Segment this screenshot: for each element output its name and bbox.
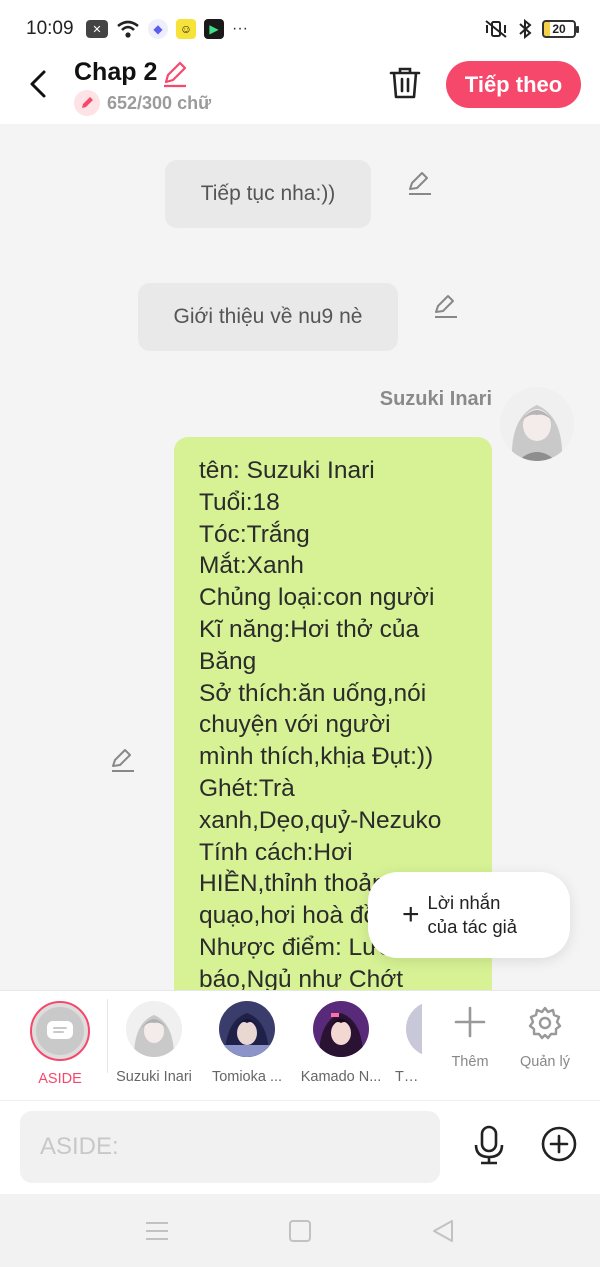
edit-message-icon[interactable] xyxy=(109,746,137,774)
edit-title-icon[interactable] xyxy=(160,58,190,88)
next-button[interactable]: Tiếp theo xyxy=(446,61,581,108)
aside-message[interactable]: Giới thiệu về nu9 nè xyxy=(138,283,398,351)
message-line: xanh,Dẹo,quỷ-Nezuko xyxy=(199,806,442,834)
message-line: mình thích,khịa Đụt:)) xyxy=(199,743,434,771)
character-name: Suzuki Inari xyxy=(379,388,492,410)
menu-icon[interactable] xyxy=(144,1218,170,1244)
manage-button[interactable]: Quản lý xyxy=(513,1005,577,1070)
character-label: Tg u xyxy=(395,1069,422,1085)
status-left-icons: ✕ ◆ ☺ ▶ ··· xyxy=(86,19,248,39)
aside-message[interactable]: Tiếp tục nha:)) xyxy=(165,160,371,228)
battery-level: 20 xyxy=(552,22,566,36)
game-app-icon: ▶ xyxy=(204,19,224,39)
messenger-icon: ◆ xyxy=(148,19,168,39)
editor-header: Chap 2 652/300 chữ Tiếp theo xyxy=(0,58,600,124)
character-item[interactable]: Tg u xyxy=(386,1001,422,1085)
character-label: Suzuki Inari xyxy=(116,1069,192,1085)
message-input[interactable] xyxy=(20,1111,440,1183)
add-circle-icon[interactable] xyxy=(540,1125,578,1163)
more-notifications: ··· xyxy=(232,20,248,37)
plus-icon: + xyxy=(402,898,420,931)
message-line: Kĩ năng:Hơi thở của xyxy=(199,615,420,643)
author-note-line: Lời nhắn xyxy=(427,892,501,913)
character-item-aside[interactable]: ASIDE xyxy=(12,1001,108,1087)
word-count-text: 652/300 chữ xyxy=(107,92,212,113)
word-count: 652/300 chữ xyxy=(74,90,211,116)
character-label: ASIDE xyxy=(38,1071,82,1087)
add-label: Thêm xyxy=(451,1054,489,1070)
bluetooth-icon xyxy=(519,19,532,39)
message-line: chuyện với người xyxy=(199,711,391,739)
avatar xyxy=(219,1001,275,1057)
system-nav-bar xyxy=(0,1194,600,1267)
anime-girl-avatar-icon xyxy=(500,387,574,461)
message-line: báo,Ngủ như Chớt xyxy=(199,965,404,990)
character-item[interactable]: Kamado N... xyxy=(293,1001,389,1085)
avatar-icon xyxy=(406,1001,422,1057)
author-note-button[interactable]: + Lời nhắn của tác giả xyxy=(368,872,570,958)
message-line: Ghét:Trà xyxy=(199,774,295,802)
character-bar: ASIDE Suzuki Inari Tomioka ... Kamado N.… xyxy=(0,990,600,1100)
character-label: Kamado N... xyxy=(300,1069,382,1085)
mute-vibrate-icon xyxy=(485,20,507,38)
message-icon xyxy=(47,1021,73,1039)
battery-icon: 20 xyxy=(542,20,579,38)
message-line: Tóc:Trắng xyxy=(199,520,310,548)
message-line: Chủng loại:con người xyxy=(199,584,435,612)
close-box-icon: ✕ xyxy=(86,20,108,38)
aside-avatar xyxy=(30,1001,90,1061)
chapter-title[interactable]: Chap 2 xyxy=(74,58,157,87)
microphone-icon[interactable] xyxy=(470,1125,508,1165)
status-right-icons: 20 xyxy=(484,19,579,39)
avatar xyxy=(126,1001,182,1057)
wifi-icon xyxy=(117,20,139,38)
message-line: Tuổi:18 xyxy=(199,488,280,516)
chat-area[interactable]: Tiếp tục nha:)) Giới thiệu về nu9 nè Suz… xyxy=(0,124,600,990)
anime-boy-avatar-icon xyxy=(219,1001,275,1057)
status-bar: 10:09 ✕ ◆ ☺ ▶ ··· 20 xyxy=(0,0,600,58)
anime-girl-avatar-icon xyxy=(313,1001,369,1057)
pencil-icon xyxy=(74,90,100,116)
message-line: tên: Suzuki Inari xyxy=(199,457,375,484)
author-note-line: của tác giả xyxy=(427,916,518,937)
avatar xyxy=(406,1001,422,1057)
back-icon[interactable] xyxy=(22,62,54,104)
character-item[interactable]: Tomioka ... xyxy=(199,1001,295,1085)
back-nav-icon[interactable] xyxy=(430,1218,456,1244)
character-avatar[interactable] xyxy=(500,387,574,461)
status-time: 10:09 xyxy=(26,18,74,39)
author-note-label: Lời nhắn của tác giả xyxy=(428,891,517,939)
message-line: Tính cách:Hơi xyxy=(199,838,353,866)
emoji-app-icon: ☺ xyxy=(176,19,196,39)
manage-label: Quản lý xyxy=(520,1054,570,1070)
edit-message-icon[interactable] xyxy=(406,169,434,197)
character-label: Tomioka ... xyxy=(211,1069,283,1085)
home-icon[interactable] xyxy=(287,1218,313,1244)
character-item[interactable]: Suzuki Inari xyxy=(106,1001,202,1085)
edit-message-icon[interactable] xyxy=(432,292,460,320)
message-line: Băng xyxy=(199,647,257,675)
plus-icon xyxy=(454,1006,486,1038)
trash-icon[interactable] xyxy=(388,65,422,101)
avatar xyxy=(313,1001,369,1057)
message-line: Mắt:Xanh xyxy=(199,552,304,580)
input-bar xyxy=(0,1100,600,1194)
add-character-button[interactable]: Thêm xyxy=(438,1005,502,1070)
message-line: Sở thích:ăn uống,nói xyxy=(199,679,427,707)
gear-icon xyxy=(528,1006,562,1040)
anime-girl-avatar-icon xyxy=(126,1001,182,1057)
